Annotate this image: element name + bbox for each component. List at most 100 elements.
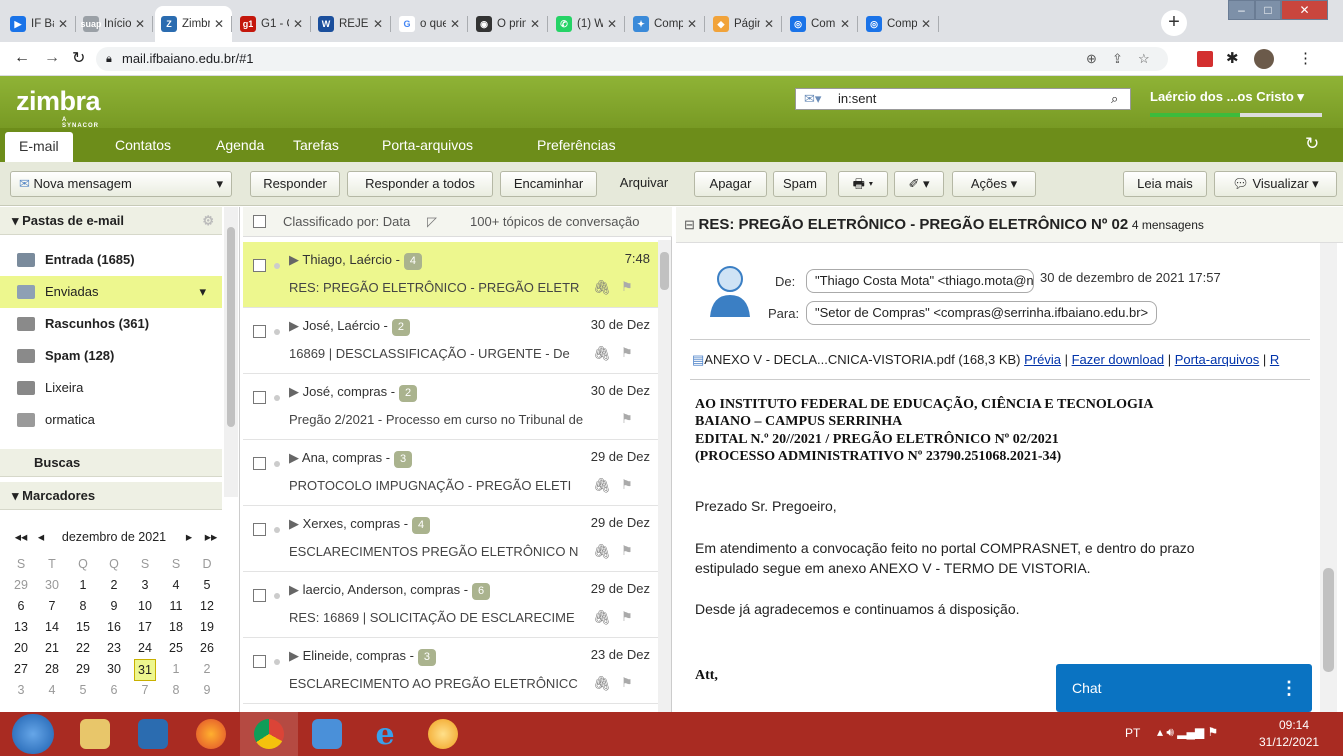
calendar-day[interactable]: 3 [10,680,32,700]
browser-tab[interactable]: Z Zimbr ✕ [155,6,232,42]
search-icon[interactable]: ⌕ [1111,89,1118,109]
share-icon[interactable]: ⇪ [1112,47,1123,71]
maximize-button[interactable]: □ [1255,0,1281,20]
download-link[interactable]: Fazer download [1072,352,1165,367]
calendar-day[interactable]: 6 [103,680,125,700]
list-scrollbar[interactable] [658,240,671,712]
taskbar-explorer[interactable] [66,712,124,756]
message-checkbox[interactable] [253,457,266,470]
collapse-icon[interactable]: ⊟ [684,217,695,232]
calendar-day[interactable]: 2 [103,575,125,595]
browser-tab[interactable]: ✦ Comp ✕ [627,6,705,42]
expand-icon[interactable]: ▶ [289,384,299,399]
message-checkbox[interactable] [253,259,266,272]
new-message-button[interactable]: ✉ Nova mensagem ▾ [10,171,232,197]
searches-header[interactable]: Buscas [0,449,222,477]
tab-close-icon[interactable]: ✕ [685,17,699,31]
taskbar-editor[interactable] [298,712,356,756]
calendar-day[interactable]: 8 [165,680,187,700]
tab-tasks[interactable]: Tarefas [293,128,339,162]
tab-close-icon[interactable]: ✕ [371,17,385,31]
calendar-day[interactable]: 4 [41,680,63,700]
browser-tab[interactable]: ◎ Comp✕ [860,6,939,42]
folder-dropdown-icon[interactable]: ▾ [199,276,206,308]
calendar-day[interactable]: 10 [134,596,156,616]
remove-link[interactable]: R [1270,352,1279,367]
calendar-day[interactable]: 12 [196,596,218,616]
forward-icon[interactable]: → [44,49,60,67]
folder-item[interactable]: Rascunhos (361) [0,308,222,340]
browser-tab[interactable]: W REJEIÇ✕ [312,6,391,42]
expand-icon[interactable]: ▶ [289,450,299,465]
mail-folders-header[interactable]: ▾ Pastas de e-mail ⚙ [0,207,222,235]
select-all-checkbox[interactable] [253,215,266,228]
prev-year-icon[interactable]: ◂◂ [10,527,32,547]
calendar-today[interactable]: 31 [134,659,156,681]
taskbar-app[interactable] [414,712,472,756]
message-checkbox[interactable] [253,523,266,536]
tab-close-icon[interactable]: ✕ [528,17,542,31]
folder-item[interactable]: Entrada (1685) [0,244,222,276]
tab-contacts[interactable]: Contatos [115,128,171,162]
calendar-day[interactable]: 8 [72,596,94,616]
flag-icon[interactable]: ⚑ [621,477,633,493]
read-status-icon[interactable] [274,263,280,269]
calendar-day[interactable]: 24 [134,638,156,658]
read-status-icon[interactable] [274,461,280,467]
message-checkbox[interactable] [253,655,266,668]
calendar-day[interactable]: 11 [165,596,187,616]
folder-item[interactable]: Spam (128) [0,340,222,372]
calendar-day[interactable]: 26 [196,638,218,658]
calendar-day[interactable]: 23 [103,638,125,658]
tab-close-icon[interactable]: ✕ [448,17,462,31]
expand-icon[interactable]: ▶ [289,582,299,597]
calendar-day[interactable]: 29 [10,575,32,595]
calendar-day[interactable]: 22 [72,638,94,658]
calendar-day[interactable]: 14 [41,617,63,637]
pdf-extension-icon[interactable] [1197,51,1213,67]
calendar-day[interactable]: 7 [134,680,156,700]
preview-link[interactable]: Prévia [1024,352,1061,367]
calendar-day[interactable]: 20 [10,638,32,658]
calendar-day[interactable]: 30 [41,575,63,595]
reply-button[interactable]: Responder [250,171,340,197]
list-item[interactable]: ▶ Ana, compras -3 29 de Dez PROTOCOLO IMPU… [243,440,658,506]
browser-tab[interactable]: ◆ Págin✕ [707,6,782,42]
flag-icon[interactable]: ⚑ [621,609,633,625]
taskbar-ie[interactable]: e [356,712,414,756]
list-item[interactable]: ▶ Thiago, Laércio -4 7:48 RES: PREGÃO ELET… [243,242,658,308]
tray-icons[interactable]: ▴ 🔊︎ ▂▄▆ ⚑ [1157,725,1218,740]
browser-tab[interactable]: ✆ (1) Wh✕ [550,6,625,42]
calendar-day[interactable]: 1 [165,659,187,679]
message-checkbox[interactable] [253,325,266,338]
tags-header[interactable]: ▾ Marcadores [0,482,222,510]
tab-close-icon[interactable]: ✕ [133,17,147,31]
archive-button[interactable]: Arquivar [604,171,684,197]
tab-close-icon[interactable]: ✕ [919,17,933,31]
to-field[interactable]: "Setor de Compras" <compras@serrinha.ifb… [806,301,1158,325]
browser-tab[interactable]: ◉ O prin ✕ [470,6,548,42]
taskbar-firefox[interactable] [182,712,240,756]
read-status-icon[interactable] [274,329,280,335]
tab-close-icon[interactable]: ✕ [605,17,619,31]
calendar-day[interactable]: 5 [72,680,94,700]
calendar-day[interactable]: 30 [103,659,125,679]
tab-close-icon[interactable]: ✕ [212,17,226,31]
menu-icon[interactable]: ⋮ [1298,49,1313,67]
browser-tab[interactable]: ▶ IF Baia✕ [4,6,76,42]
list-item[interactable]: ▶ laercio, Anderson, compras -6 29 de Dez… [243,572,658,638]
next-year-icon[interactable]: ▸▸ [200,527,222,547]
browser-tab[interactable]: Go que ✕ [393,6,468,42]
expand-icon[interactable]: ▶ [289,318,299,333]
prev-month-icon[interactable]: ◂ [30,527,52,547]
clock-date[interactable]: 31/12/2021 [1259,735,1319,749]
reading-scrollbar[interactable] [1320,243,1337,712]
calendar-day[interactable]: 4 [165,575,187,595]
tab-briefcase[interactable]: Porta-arquivos [382,128,473,162]
url-field[interactable]: 🔒︎ mail.ifbaiano.edu.br/#1 ⊕ ⇪ ☆ [96,47,1168,71]
language-indicator[interactable]: PT [1125,726,1140,740]
calendar-day[interactable]: 13 [10,617,32,637]
new-tab-button[interactable]: + [1161,10,1187,36]
zoom-icon[interactable]: ⊕ [1086,47,1097,71]
star-icon[interactable]: ☆ [1138,47,1150,71]
